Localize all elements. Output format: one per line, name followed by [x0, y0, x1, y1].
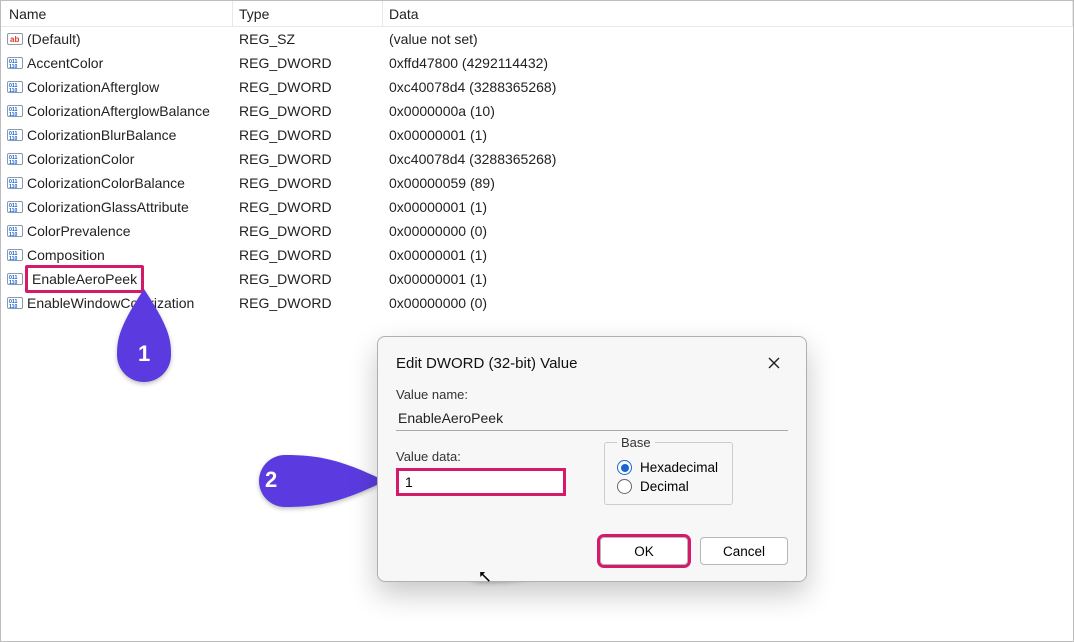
cancel-button[interactable]: Cancel — [700, 537, 788, 565]
registry-row[interactable]: ColorizationAfterglowBalance REG_DWORD0x0… — [1, 99, 1073, 123]
registry-value-name: ColorPrevalence — [27, 223, 131, 239]
registry-value-name: ColorizationAfterglow — [27, 79, 159, 95]
registry-row[interactable]: Composition REG_DWORD0x00000001 (1) — [1, 243, 1073, 267]
registry-value-data: 0xffd47800 (4292114432) — [383, 55, 1073, 71]
reg-string-icon — [7, 31, 23, 47]
registry-value-type: REG_DWORD — [233, 247, 383, 263]
registry-value-data: 0x00000001 (1) — [383, 247, 1073, 263]
registry-value-name: ColorizationGlassAttribute — [27, 199, 189, 215]
dialog-title: Edit DWORD (32-bit) Value — [396, 355, 577, 372]
annotation-2: 2 — [245, 455, 385, 507]
registry-value-name: ColorizationColor — [27, 151, 134, 167]
value-name-field[interactable] — [396, 406, 788, 431]
cursor-icon: ⭧ — [479, 567, 491, 588]
reg-dword-icon — [7, 151, 23, 167]
registry-value-type: REG_DWORD — [233, 127, 383, 143]
registry-row[interactable]: (Default) REG_SZ(value not set) — [1, 27, 1073, 51]
edit-dword-dialog: Edit DWORD (32-bit) Value Value name: Va… — [377, 336, 807, 582]
registry-row[interactable]: ColorizationBlurBalance REG_DWORD0x000000… — [1, 123, 1073, 147]
reg-dword-icon — [7, 103, 23, 119]
registry-value-data: 0xc40078d4 (3288365268) — [383, 151, 1073, 167]
reg-dword-icon — [7, 271, 23, 287]
annotation-1-number: 1 — [138, 341, 150, 367]
base-label: Base — [617, 435, 655, 450]
value-data-input[interactable] — [396, 468, 566, 496]
radio-hexadecimal[interactable]: Hexadecimal — [617, 460, 718, 475]
registry-value-data: 0x00000000 (0) — [383, 223, 1073, 239]
registry-row[interactable]: AccentColor REG_DWORD0xffd47800 (42921144… — [1, 51, 1073, 75]
registry-value-name: (Default) — [27, 31, 81, 47]
close-icon — [768, 357, 780, 369]
reg-dword-icon — [7, 175, 23, 191]
registry-value-type: REG_DWORD — [233, 151, 383, 167]
registry-value-name: EnableAeroPeek — [32, 271, 137, 287]
registry-value-name: ColorizationBlurBalance — [27, 127, 176, 143]
base-group: Base Hexadecimal Decimal — [604, 435, 733, 505]
column-header-data[interactable]: Data — [383, 1, 1073, 26]
radio-hex-label: Hexadecimal — [640, 460, 718, 475]
registry-value-data: 0x00000001 (1) — [383, 199, 1073, 215]
registry-value-name: AccentColor — [27, 55, 103, 71]
reg-dword-icon — [7, 247, 23, 263]
radio-decimal[interactable]: Decimal — [617, 479, 718, 494]
reg-dword-icon — [7, 223, 23, 239]
radio-icon — [617, 460, 632, 475]
registry-value-type: REG_DWORD — [233, 79, 383, 95]
registry-row[interactable]: ColorizationGlassAttribute REG_DWORD0x000… — [1, 195, 1073, 219]
list-header: Name Type Data — [1, 1, 1073, 27]
ok-button[interactable]: OK — [600, 537, 688, 565]
registry-value-type: REG_DWORD — [233, 199, 383, 215]
close-button[interactable] — [760, 349, 788, 377]
registry-value-type: REG_DWORD — [233, 271, 383, 287]
registry-value-data: 0x00000001 (1) — [383, 127, 1073, 143]
annotation-2-number: 2 — [265, 467, 277, 493]
reg-dword-icon — [7, 199, 23, 215]
registry-value-name: ColorizationAfterglowBalance — [27, 103, 210, 119]
registry-rows: (Default) REG_SZ(value not set) AccentColo… — [1, 27, 1073, 315]
registry-row[interactable]: ColorizationColor REG_DWORD0xc40078d4 (32… — [1, 147, 1073, 171]
reg-dword-icon — [7, 79, 23, 95]
value-name-label: Value name: — [396, 387, 788, 402]
registry-value-type: REG_DWORD — [233, 55, 383, 71]
registry-value-type: REG_SZ — [233, 31, 383, 47]
column-header-type[interactable]: Type — [233, 1, 383, 26]
reg-dword-icon — [7, 55, 23, 71]
registry-row[interactable]: EnableAeroPeek REG_DWORD0x00000001 (1) — [1, 267, 1073, 291]
reg-dword-icon — [7, 295, 23, 311]
registry-value-name: Composition — [27, 247, 105, 263]
registry-value-data: (value not set) — [383, 31, 1073, 47]
registry-value-data: 0x0000000a (10) — [383, 103, 1073, 119]
registry-row[interactable]: ColorPrevalence REG_DWORD0x00000000 (0) — [1, 219, 1073, 243]
value-data-label: Value data: — [396, 449, 576, 464]
registry-value-type: REG_DWORD — [233, 295, 383, 311]
registry-value-data: 0xc40078d4 (3288365268) — [383, 79, 1073, 95]
registry-value-name: ColorizationColorBalance — [27, 175, 185, 191]
registry-row[interactable]: ColorizationColorBalance REG_DWORD0x00000… — [1, 171, 1073, 195]
registry-value-data: 0x00000001 (1) — [383, 271, 1073, 287]
column-header-name[interactable]: Name — [1, 1, 233, 26]
registry-value-type: REG_DWORD — [233, 223, 383, 239]
registry-value-type: REG_DWORD — [233, 103, 383, 119]
registry-panel: Name Type Data (Default) REG_SZ(value not… — [0, 0, 1074, 642]
registry-value-data: 0x00000059 (89) — [383, 175, 1073, 191]
registry-row[interactable]: ColorizationAfterglow REG_DWORD0xc40078d4… — [1, 75, 1073, 99]
radio-dec-label: Decimal — [640, 479, 689, 494]
annotation-1: 1 — [109, 289, 179, 389]
reg-dword-icon — [7, 127, 23, 143]
registry-value-type: REG_DWORD — [233, 175, 383, 191]
registry-value-data: 0x00000000 (0) — [383, 295, 1073, 311]
radio-icon — [617, 479, 632, 494]
